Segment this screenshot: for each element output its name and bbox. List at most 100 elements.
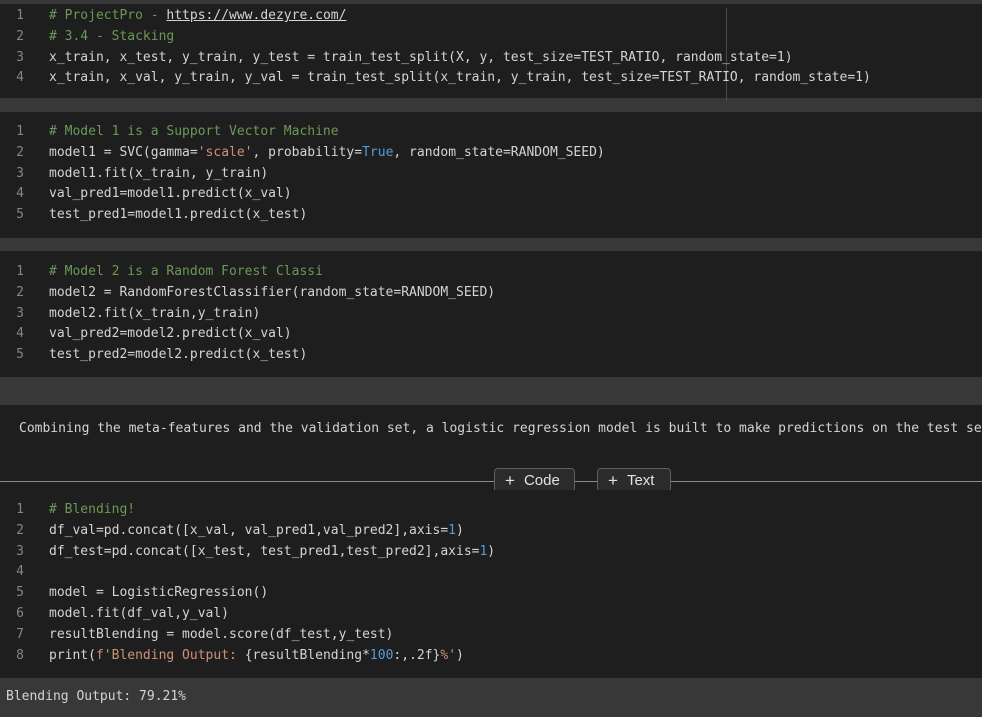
code-line[interactable]: 2 df_val=pd.concat([x_val, val_pred1,val_…: [0, 521, 982, 542]
line-number: 2: [16, 144, 24, 160]
code-text: model1 = SVC(gamma='scale', probability=…: [49, 143, 605, 164]
line-number: 2: [16, 522, 24, 538]
code-line[interactable]: 1 # Model 1 is a Support Vector Machine: [0, 122, 982, 143]
code-text: x_train, x_test, y_train, y_test = train…: [49, 48, 793, 69]
code-line[interactable]: 3 model1.fit(x_train, y_train): [0, 164, 982, 185]
code-line[interactable]: 7 resultBlending = model.score(df_test,y_…: [0, 625, 982, 646]
code-cell-1[interactable]: 1 # ProjectPro - https://www.dezyre.com/2…: [0, 4, 982, 102]
line-number: 1: [16, 502, 24, 517]
line-number: 5: [16, 585, 24, 601]
output-text: Blending Output: 79.21%: [6, 689, 187, 704]
add-code-label: Code: [523, 472, 560, 489]
code-text: df_val=pd.concat([x_val, val_pred1,val_p…: [49, 521, 464, 542]
code-token: val_pred2=model2.predict(x_val): [49, 326, 292, 342]
code-token: ): [487, 543, 496, 559]
code-line[interactable]: 3 model2.fit(x_train,y_train): [0, 304, 982, 325]
code-line[interactable]: 1 # ProjectPro - https://www.dezyre.com/: [0, 6, 982, 27]
text-cell-content: Combining the meta-features and the vali…: [19, 421, 982, 436]
line-number: 5: [16, 347, 24, 363]
code-text: model = LogisticRegression(): [49, 583, 268, 604]
code-line[interactable]: 3 df_test=pd.concat([x_test, test_pred1,t…: [0, 542, 982, 563]
line-number: 3: [16, 49, 24, 65]
code-token: # Blending!: [49, 502, 136, 517]
code-line[interactable]: 1 # Model 2 is a Random Forest Classi: [0, 262, 982, 283]
code-token: x_train, x_val, y_train, y_val = train_t…: [49, 70, 871, 86]
code-token: # ProjectPro -: [49, 8, 167, 23]
code-line[interactable]: 5 test_pred1=model1.predict(x_test): [0, 205, 982, 226]
code-line[interactable]: 4: [0, 562, 982, 583]
code-token: 100: [369, 647, 394, 663]
line-number: 1: [16, 124, 24, 139]
code-cell-2[interactable]: 1 # Model 1 is a Support Vector Machine 2 m…: [0, 112, 982, 238]
code-token: %': [440, 647, 457, 663]
line-number: 5: [16, 207, 24, 223]
code-token: , probability=: [252, 144, 363, 160]
code-line[interactable]: 2 model1 = SVC(gamma='scale', probability…: [0, 143, 982, 164]
code-text: # Model 2 is a Random Forest Classi: [49, 262, 323, 283]
add-text-label: Text: [626, 472, 655, 489]
code-text: x_train, x_val, y_train, y_val = train_t…: [49, 68, 871, 89]
code-cell-4[interactable]: 1 # Blending! 2 df_val=pd.concat([x_val, va…: [0, 490, 982, 678]
code-token: model.fit(df_val,y_val): [49, 605, 230, 621]
line-number: 4: [16, 186, 24, 202]
code-token: 1: [448, 522, 456, 538]
code-line[interactable]: 2 model2 = RandomForestClassifier(random_…: [0, 283, 982, 304]
code-text: # 3.4 - Stacking: [49, 27, 174, 48]
plus-icon: +: [505, 470, 515, 490]
code-text: model.fit(df_val,y_val): [49, 604, 229, 625]
code-token: :,.2f}: [393, 647, 441, 663]
code-text: # ProjectPro - https://www.dezyre.com/: [49, 6, 346, 27]
notebook-page: 1 # ProjectPro - https://www.dezyre.com/2…: [0, 0, 982, 717]
code-text: resultBlending = model.score(df_test,y_t…: [49, 625, 393, 646]
code-line[interactable]: 3 x_train, x_test, y_train, y_test = trai…: [0, 48, 982, 69]
code-text: val_pred1=model1.predict(x_val): [49, 184, 292, 205]
code-token: print(: [49, 647, 96, 663]
line-number: 1: [16, 8, 24, 23]
code-token: model1.fit(x_train, y_train): [49, 165, 269, 181]
code-text: df_test=pd.concat([x_test, test_pred1,te…: [49, 542, 495, 563]
code-line[interactable]: 6 model.fit(df_val,y_val): [0, 604, 982, 625]
code-token: 'scale': [197, 144, 253, 160]
code-token: df_val=pd.concat([x_val, val_pred1,val_p…: [49, 522, 449, 538]
code-token: # 3.4 - Stacking: [49, 28, 175, 44]
code-line[interactable]: 4 x_train, x_val, y_train, y_val = train_…: [0, 68, 982, 89]
code-token: model2 = RandomForestClassifier(random_s…: [49, 284, 496, 300]
code-text: # Model 1 is a Support Vector Machine: [49, 122, 339, 143]
code-line[interactable]: 5 test_pred2=model2.predict(x_test): [0, 345, 982, 366]
code-text: model2 = RandomForestClassifier(random_s…: [49, 283, 495, 304]
text-cell[interactable]: Combining the meta-features and the vali…: [0, 405, 982, 456]
code-line[interactable]: 4 val_pred1=model1.predict(x_val): [0, 184, 982, 205]
code-cell-3[interactable]: 1 # Model 2 is a Random Forest Classi 2 mod…: [0, 251, 982, 377]
code-token: test_pred2=model2.predict(x_test): [49, 347, 308, 363]
add-cell-divider: [0, 481, 982, 482]
line-number: 1: [16, 264, 24, 279]
code-line[interactable]: 1 # Blending!: [0, 500, 982, 521]
code-text: # Blending!: [49, 500, 135, 521]
code-token: val_pred1=model1.predict(x_val): [49, 186, 292, 202]
line-number: 7: [16, 626, 24, 642]
code-text: print(f'Blending Output: {resultBlending…: [49, 646, 464, 667]
code-text: model1.fit(x_train, y_train): [49, 164, 268, 185]
code-line[interactable]: 2 # 3.4 - Stacking: [0, 27, 982, 48]
code-line[interactable]: 5 model = LogisticRegression(): [0, 583, 982, 604]
line-number: 2: [16, 284, 24, 300]
code-text: test_pred1=model1.predict(x_test): [49, 205, 307, 226]
code-token: True: [362, 144, 394, 160]
code-token: model2.fit(x_train,y_train): [49, 305, 261, 321]
code-link[interactable]: https://www.dezyre.com/: [166, 8, 346, 23]
line-number: 3: [16, 543, 24, 559]
cell-output: Blending Output: 79.21%: [0, 680, 982, 717]
line-number: 3: [16, 305, 24, 321]
code-token: # Model 1 is a Support Vector Machine: [49, 124, 339, 139]
code-token: # Model 2 is a Random Forest Classi: [49, 264, 323, 279]
line-number: 8: [16, 647, 24, 663]
code-token: model1 = SVC(gamma=: [49, 144, 198, 160]
code-token: x_train, x_test, y_train, y_test = train…: [49, 49, 793, 65]
code-token: f'Blending Output:: [95, 647, 245, 663]
line-number: 4: [16, 326, 24, 342]
code-line[interactable]: 4 val_pred2=model2.predict(x_val): [0, 324, 982, 345]
code-token: test_pred1=model1.predict(x_test): [49, 207, 308, 223]
code-token: ): [456, 522, 464, 538]
line-number: 2: [16, 28, 24, 44]
code-line[interactable]: 8 print(f'Blending Output: {resultBlendin…: [0, 646, 982, 667]
